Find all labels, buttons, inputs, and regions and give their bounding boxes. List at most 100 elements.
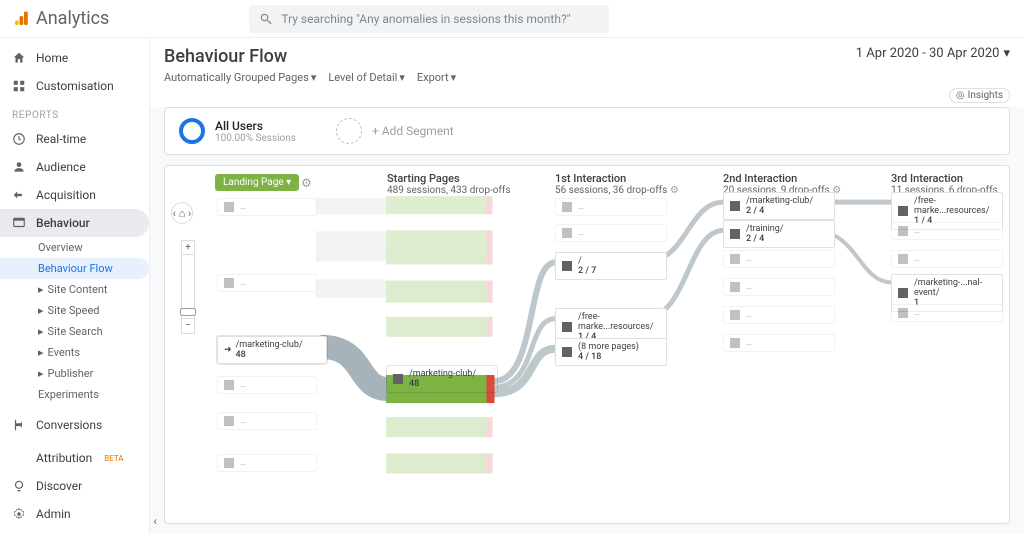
node-landing-dim[interactable]: …	[217, 454, 317, 472]
node-i1-more[interactable]: (8 more pages)4 / 18	[555, 338, 667, 366]
nav-left-icon[interactable]: ‹ ⌂ ›	[171, 202, 193, 224]
dimension-dropdown[interactable]: Automatically Grouped Pages▾	[164, 71, 316, 84]
date-range-picker[interactable]: 1 Apr 2020 - 30 Apr 2020▾	[856, 46, 1010, 61]
nav-site-content[interactable]: ▸Site Content	[0, 279, 149, 300]
page-icon	[224, 416, 234, 426]
node-landing-dim[interactable]: …	[217, 412, 317, 430]
nav-realtime[interactable]: Real-time	[0, 125, 149, 153]
nav-publisher[interactable]: ▸Publisher	[0, 363, 149, 384]
segment-indicator-icon	[179, 118, 205, 144]
analytics-logo-icon	[12, 10, 30, 28]
export-dropdown[interactable]: Export▾	[417, 71, 456, 84]
node-i2-mktg[interactable]: /marketing-club/2 / 4	[723, 192, 835, 220]
zoom-in-button[interactable]: +	[182, 241, 194, 255]
detail-dropdown[interactable]: Level of Detail▾	[328, 71, 405, 84]
flow-home-control[interactable]: ‹ ⌂ ›	[171, 202, 193, 224]
global-search[interactable]: Try searching "Any anomalies in sessions…	[249, 5, 609, 33]
node-i2-dim[interactable]: …	[723, 334, 835, 352]
page-icon	[730, 338, 740, 348]
zoom-track[interactable]	[182, 255, 194, 319]
node-landing-dim[interactable]: …	[217, 198, 317, 216]
node-landing-marketing-club[interactable]: ➜ /marketing-club/48	[217, 336, 327, 364]
page-icon	[898, 308, 908, 318]
acquisition-icon	[12, 188, 26, 202]
node-i3-dim[interactable]: …	[891, 222, 1003, 240]
node-i3-dim[interactable]: …	[891, 250, 1003, 268]
nav-audience[interactable]: Audience	[0, 153, 149, 181]
nav-discover[interactable]: Discover	[0, 472, 149, 500]
brand-logo: Analytics	[12, 8, 109, 29]
bulb-icon	[12, 479, 26, 493]
nav-events[interactable]: ▸Events	[0, 342, 149, 363]
node-i2-dim[interactable]: …	[723, 250, 835, 268]
chevron-down-icon: ▾	[399, 71, 405, 84]
node-landing-dim[interactable]: …	[217, 274, 317, 292]
flag-icon	[12, 418, 26, 432]
nav-experiments[interactable]: Experiments	[0, 384, 149, 405]
page-icon	[224, 278, 234, 288]
chevron-right-icon: ▸	[38, 325, 44, 338]
page-header: Behaviour Flow 1 Apr 2020 - 30 Apr 2020▾…	[150, 38, 1024, 107]
node-i2-training[interactable]: /training/2 / 4	[723, 220, 835, 248]
nav-attribution[interactable]: AttributionBETA	[0, 444, 149, 472]
page-icon	[562, 228, 572, 238]
node-landing-dim[interactable]: …	[217, 376, 317, 394]
nav-behaviour-overview[interactable]: Overview	[0, 237, 149, 258]
collapse-sidebar[interactable]: ‹	[153, 514, 157, 528]
flow-viz[interactable]: Landing Page ▾ ⚙ Starting Pages489 sessi…	[164, 165, 1010, 524]
zoom-thumb[interactable]	[180, 308, 196, 316]
insights-button[interactable]: ◎Insights	[949, 88, 1010, 103]
behaviour-icon	[12, 216, 26, 230]
page-icon	[224, 458, 234, 468]
page-icon	[224, 202, 234, 212]
nav-site-speed[interactable]: ▸Site Speed	[0, 300, 149, 321]
nav-site-search[interactable]: ▸Site Search	[0, 321, 149, 342]
page-icon	[730, 229, 740, 239]
zoom-out-button[interactable]: −	[182, 319, 194, 333]
node-i2-dim[interactable]: …	[723, 306, 835, 324]
page-icon	[898, 288, 908, 298]
segment-all-users[interactable]: All Users100.00% Sessions	[179, 118, 296, 144]
search-placeholder: Try searching "Any anomalies in sessions…	[281, 12, 570, 26]
page-icon	[898, 206, 908, 216]
page-icon	[562, 322, 572, 332]
main-content: Behaviour Flow 1 Apr 2020 - 30 Apr 2020▾…	[150, 38, 1024, 534]
add-segment[interactable]: + Add Segment	[336, 118, 454, 144]
nav-behaviour[interactable]: Behaviour	[0, 209, 149, 237]
page-icon	[898, 226, 908, 236]
chevron-down-icon: ▾	[1003, 46, 1010, 61]
chevron-right-icon: ▸	[38, 304, 44, 317]
node-start-marketing-club[interactable]: /marketing-club/48	[387, 366, 497, 392]
page-icon	[224, 380, 234, 390]
node-i3-dim[interactable]: …	[891, 304, 1003, 322]
nav-home[interactable]: Home	[0, 44, 149, 72]
nav-behaviour-flow[interactable]: Behaviour Flow	[0, 258, 149, 279]
nav-conversions[interactable]: Conversions	[0, 411, 149, 439]
node-i1-dim[interactable]: …	[555, 224, 667, 242]
chevron-right-icon: ▸	[38, 367, 44, 380]
beta-badge: BETA	[104, 454, 123, 463]
page-title: Behaviour Flow	[164, 46, 287, 67]
chevron-down-icon: ▾	[311, 71, 317, 84]
nav-admin[interactable]: Admin	[0, 500, 149, 528]
add-segment-icon	[336, 118, 362, 144]
page-icon	[898, 254, 908, 264]
nav-customisation[interactable]: Customisation	[0, 72, 149, 100]
page-icon	[730, 282, 740, 292]
page-icon	[730, 254, 740, 264]
column-settings-icon[interactable]: ⚙	[301, 176, 312, 190]
entry-arrow-icon: ➜	[224, 345, 232, 355]
node-i2-dim[interactable]: …	[723, 278, 835, 296]
page-icon	[730, 310, 740, 320]
search-icon	[259, 12, 273, 26]
node-i1-root[interactable]: /2 / 7	[555, 252, 667, 280]
nav-acquisition[interactable]: Acquisition	[0, 181, 149, 209]
node-i1-dim[interactable]: …	[555, 198, 667, 216]
zoom-control[interactable]: + −	[181, 240, 195, 334]
home-icon	[12, 51, 26, 65]
page-icon	[562, 261, 572, 271]
landing-page-dropdown[interactable]: Landing Page ▾	[215, 174, 299, 191]
left-nav: Home Customisation REPORTS Real-time Aud…	[0, 38, 150, 534]
page-icon	[393, 374, 403, 384]
brand-name: Analytics	[36, 8, 109, 29]
